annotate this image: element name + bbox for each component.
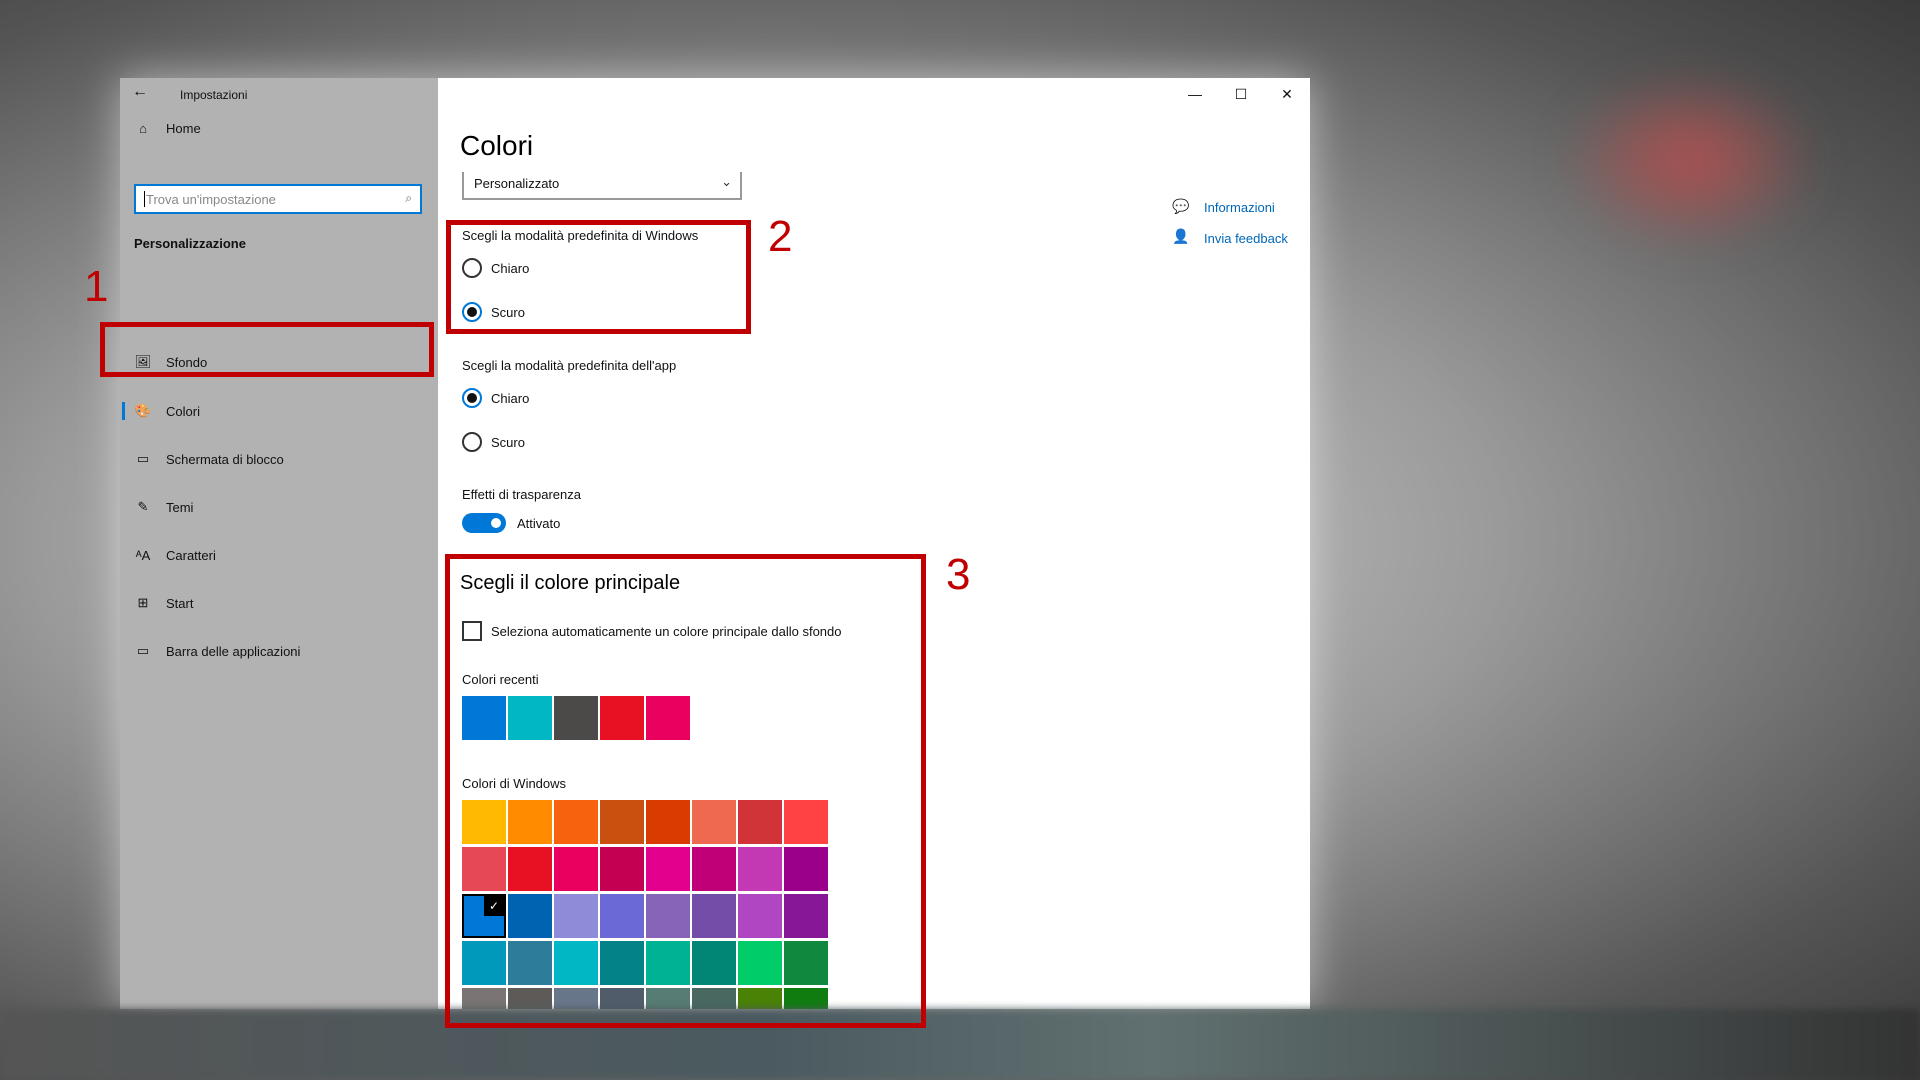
search-input[interactable]: Trova un'impostazione ⌕ bbox=[134, 184, 422, 214]
sidebar-item-start[interactable]: ⊞ Start bbox=[120, 583, 438, 623]
sidebar-item-label: Barra delle applicazioni bbox=[166, 643, 301, 659]
annotation-box-1 bbox=[100, 322, 434, 377]
chevron-down-icon: ⌄ bbox=[721, 174, 732, 189]
text-caret bbox=[144, 191, 145, 207]
sidebar-item-label: Caratteri bbox=[166, 547, 216, 563]
dropdown-value: Personalizzato bbox=[474, 176, 560, 191]
radio-circle bbox=[462, 432, 482, 452]
informazioni-link[interactable]: Informazioni bbox=[1204, 200, 1275, 215]
app-mode-chiaro-radio[interactable]: Chiaro bbox=[462, 388, 529, 408]
annotation-box-2 bbox=[446, 220, 751, 334]
sidebar: ← Impostazioni ⌂ Home Trova un'impostazi… bbox=[120, 78, 438, 1009]
radio-circle bbox=[462, 388, 482, 408]
window-title: Impostazioni bbox=[180, 88, 248, 102]
transparency-state: Attivato bbox=[517, 516, 561, 531]
annotation-number-2: 2 bbox=[768, 212, 793, 261]
palette-icon: 🎨 bbox=[134, 403, 152, 418]
sidebar-item-label: Start bbox=[166, 595, 194, 611]
minimize-button[interactable]: — bbox=[1172, 78, 1218, 110]
sidebar-item-colori[interactable]: 🎨 Colori bbox=[120, 391, 438, 431]
sidebar-item-label: Schermata di blocco bbox=[166, 451, 284, 467]
search-icon[interactable]: ⌕ bbox=[405, 191, 412, 206]
close-button[interactable]: ✕ bbox=[1264, 78, 1310, 110]
app-mode-label: Scegli la modalità predefinita dell'app bbox=[462, 358, 677, 373]
sidebar-item-label: Temi bbox=[166, 499, 194, 515]
home-icon: ⌂ bbox=[139, 120, 147, 136]
back-arrow-icon[interactable]: ← bbox=[132, 83, 148, 101]
background-blur bbox=[1560, 70, 1820, 250]
app-mode-scuro-radio[interactable]: Scuro bbox=[462, 432, 525, 452]
sidebar-item-barra-delle-applicazioni[interactable]: ▭ Barra delle applicazioni bbox=[120, 631, 438, 671]
annotation-number-1: 1 bbox=[84, 262, 109, 311]
color-mode-dropdown[interactable]: Personalizzato ⌄ bbox=[462, 172, 742, 200]
sidebar-item-label: Colori bbox=[166, 403, 200, 419]
feedback-icon: 👤 bbox=[1172, 228, 1190, 244]
invia-feedback-link[interactable]: Invia feedback bbox=[1204, 231, 1288, 246]
annotation-number-3: 3 bbox=[946, 550, 971, 599]
search-placeholder: Trova un'impostazione bbox=[146, 191, 276, 207]
maximize-button[interactable]: ☐ bbox=[1218, 78, 1264, 110]
sidebar-item-caratteri[interactable]: ᴬA Caratteri bbox=[120, 535, 438, 575]
sidebar-item-schermata-di-blocco[interactable]: ▭ Schermata di blocco bbox=[120, 439, 438, 479]
desktop-taskbar-blur bbox=[0, 1009, 1920, 1080]
sidebar-item-home[interactable]: ⌂ Home bbox=[120, 108, 438, 148]
transparency-toggle[interactable] bbox=[462, 513, 506, 533]
themes-icon: ✎ bbox=[137, 499, 149, 514]
radio-label: Scuro bbox=[491, 434, 525, 450]
sidebar-item-label: Home bbox=[166, 120, 201, 136]
fonts-icon: ᴬA bbox=[135, 547, 151, 563]
section-heading: Personalizzazione bbox=[134, 236, 246, 251]
lock-screen-icon: ▭ bbox=[136, 451, 150, 466]
radio-label: Chiaro bbox=[491, 390, 530, 406]
help-chat-icon: 💬 bbox=[1172, 198, 1190, 214]
start-icon: ⊞ bbox=[137, 595, 149, 610]
annotation-box-3 bbox=[445, 554, 926, 1028]
transparency-label: Effetti di trasparenza bbox=[462, 487, 581, 502]
page-title: Colori bbox=[460, 130, 534, 161]
sidebar-item-temi[interactable]: ✎ Temi bbox=[120, 487, 438, 527]
taskbar-icon: ▭ bbox=[136, 643, 150, 658]
